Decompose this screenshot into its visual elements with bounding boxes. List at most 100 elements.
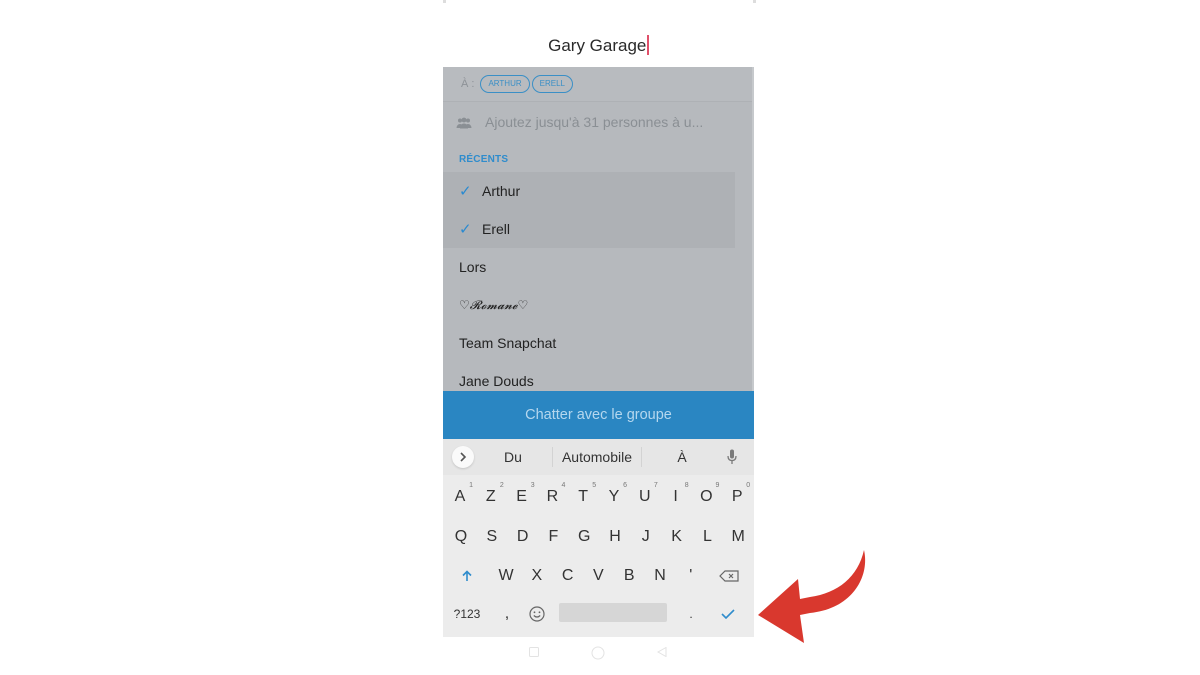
key-label: E [516, 488, 527, 505]
key[interactable]: E3 [508, 477, 536, 517]
suggestion-item[interactable]: Automobile [553, 449, 641, 465]
contact-name: Team Snapchat [459, 335, 557, 351]
key-hint: 1 [469, 482, 473, 489]
key[interactable]: L [693, 517, 721, 557]
key-label: I [673, 488, 678, 505]
checkmark-icon: ✓ [459, 221, 472, 238]
keyboard-row-2: QSDFGHJKLM [443, 517, 754, 557]
contact-item[interactable]: Team Snapchat [459, 324, 556, 362]
key-hint: 2 [499, 482, 504, 489]
contact-name: Jane Douds [459, 373, 534, 389]
contact-item[interactable]: ♡𝓡𝓸𝓶𝓪𝓷𝓮♡ [459, 286, 528, 324]
home-icon[interactable] [591, 646, 605, 660]
contact-item[interactable]: ✓ Erell [459, 210, 510, 248]
key[interactable]: C [554, 556, 582, 596]
key[interactable]: O9 [692, 477, 720, 517]
key[interactable]: H [601, 517, 629, 557]
text-caret [647, 35, 649, 55]
group-name-value: Gary Garage [548, 36, 647, 55]
key-label: Y [608, 488, 620, 505]
key[interactable]: Y6 [600, 477, 628, 517]
recipient-panel: À : ARTHUR ERELL Ajoutez jusqu'à 31 pers… [443, 67, 754, 391]
corner-mark-right [753, 0, 756, 3]
key[interactable]: M [724, 517, 752, 557]
key[interactable]: G [570, 517, 598, 557]
key[interactable]: W [492, 556, 520, 596]
suggestion-bar: Du Automobile À [443, 439, 754, 475]
shift-arrow-icon[interactable] [453, 556, 481, 596]
checkmark-icon: ✓ [459, 183, 472, 200]
contact-name: Erell [482, 221, 511, 237]
recipient-chip[interactable]: ERELL [531, 75, 573, 93]
key[interactable]: S [478, 517, 506, 557]
key[interactable]: N [646, 556, 674, 596]
recent-apps-icon[interactable] [529, 647, 539, 657]
key-label: R [546, 488, 559, 505]
key-hint: 8 [684, 482, 689, 489]
key-hint: 7 [653, 482, 658, 489]
key-label: U [639, 488, 651, 505]
key[interactable]: T5 [569, 477, 597, 517]
contact-name: Lors [459, 259, 487, 275]
add-people-placeholder: Ajoutez jusqu'à 31 personnes à u... [485, 114, 704, 130]
key-hint: 9 [715, 482, 720, 489]
key[interactable]: ' [677, 556, 705, 596]
comma-key[interactable]: , [493, 594, 521, 634]
recipient-chip[interactable]: ARTHUR [480, 75, 530, 93]
chevron-right-icon[interactable] [452, 446, 474, 468]
key[interactable]: F [539, 517, 567, 557]
key[interactable]: A1 [446, 477, 474, 517]
keyboard-row-1: A1Z2E3R4T5Y6U7I8O9P0 [443, 477, 754, 517]
contact-name: Arthur [482, 183, 521, 199]
key-hint: 3 [530, 482, 535, 489]
key[interactable]: B [615, 556, 643, 596]
key[interactable]: K [663, 517, 691, 557]
back-icon[interactable] [657, 647, 667, 657]
chat-with-group-button[interactable]: Chatter avec le groupe [443, 391, 754, 439]
space-bar[interactable] [559, 603, 667, 622]
emoji-icon[interactable] [523, 594, 551, 634]
contact-item[interactable]: ✓ Arthur [459, 172, 520, 210]
key[interactable]: Q [447, 517, 475, 557]
key[interactable]: Z2 [477, 477, 505, 517]
key[interactable]: R4 [538, 477, 566, 517]
keyboard-row-3: W X C V B N ' [443, 556, 754, 596]
section-title-recents: RÉCENTS [459, 154, 509, 165]
add-people-field[interactable]: Ajoutez jusqu'à 31 personnes à u... [443, 103, 754, 141]
key[interactable]: I8 [662, 477, 690, 517]
scrollbar[interactable] [752, 67, 754, 391]
key-hint: 6 [623, 482, 627, 489]
microphone-icon[interactable] [722, 449, 742, 465]
key-label: Z [485, 488, 496, 505]
key-label: A [454, 488, 466, 505]
key-label: P [731, 488, 743, 505]
key[interactable]: P0 [723, 477, 751, 517]
key[interactable]: U7 [631, 477, 659, 517]
period-key[interactable]: . [677, 594, 705, 634]
checkmark-icon[interactable] [714, 594, 742, 634]
suggestion-item[interactable]: Du [474, 449, 552, 465]
suggestion-item[interactable]: À [642, 449, 722, 465]
keyboard: Du Automobile À A1Z2E3R4T5Y6U7I8O9P0 QSD… [443, 439, 754, 637]
key-hint: 0 [746, 482, 751, 489]
key-label: O [700, 488, 713, 505]
phone-screen: À : ARTHUR ERELL Ajoutez jusqu'à 31 pers… [443, 67, 754, 637]
annotation-arrow-icon [758, 550, 866, 643]
key-label: T [578, 488, 589, 505]
backspace-icon[interactable] [715, 556, 743, 596]
corner-mark-left [443, 0, 446, 3]
key[interactable]: J [632, 517, 660, 557]
recipients-row: À : ARTHUR ERELL [443, 67, 754, 102]
key[interactable]: D [509, 517, 537, 557]
system-nav-bar [443, 641, 754, 667]
key[interactable]: V [584, 556, 612, 596]
symbols-key[interactable]: ?123 [450, 594, 484, 634]
group-name-input[interactable]: Gary Garage [443, 33, 754, 59]
keyboard-row-4: ?123 , . [443, 594, 754, 634]
key[interactable]: X [523, 556, 551, 596]
contact-item[interactable]: Lors [459, 248, 486, 286]
key-hint: 4 [561, 482, 566, 489]
group-icon [456, 116, 472, 129]
key-hint: 5 [592, 482, 597, 489]
to-label: À : [461, 78, 475, 90]
